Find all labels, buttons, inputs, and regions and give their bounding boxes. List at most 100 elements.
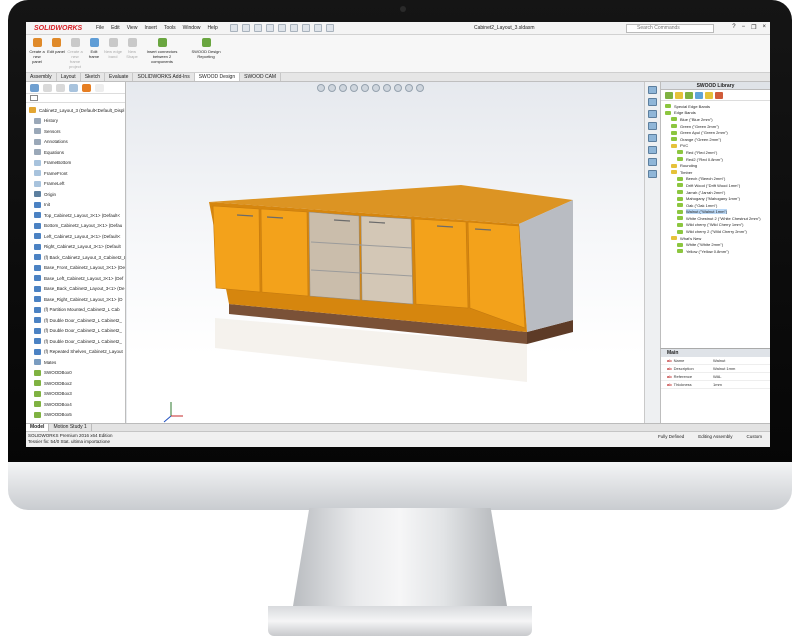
tree-item[interactable]: Equations (28, 147, 125, 158)
tree-item[interactable]: Base_Back_Cabinet2_Layout_3<1> (De (28, 284, 125, 295)
tree-item[interactable]: Base_Front_Cabinet2_Layout_3<1> (De (28, 263, 125, 274)
library-item[interactable]: Wild cherry ("Wild Cherry 1mm") (661, 222, 770, 229)
library-item[interactable]: Wild cherry 2 ("Wild Cherry 2mm") (661, 228, 770, 235)
design-library-icon[interactable] (648, 98, 657, 106)
tree-item[interactable]: Base_Right_Cabinet2_Layout_3<1> (D (28, 294, 125, 305)
menu-tools[interactable]: Tools (164, 25, 176, 31)
minimize-icon[interactable]: − (742, 24, 746, 31)
property-value[interactable]: Walnut 1mm (713, 366, 735, 371)
appearance-icon[interactable] (82, 84, 91, 92)
tree-item[interactable]: SWOODBox5 (28, 410, 125, 421)
new-doc-icon[interactable] (229, 24, 238, 32)
restore-icon[interactable]: ❐ (751, 24, 756, 31)
library-item[interactable]: Orange ("Green 2mm") (661, 136, 770, 143)
tree-item[interactable]: Bottom_Cabinet2_Layout_3<1> (Defau (28, 221, 125, 232)
property-value[interactable]: 1mm (713, 382, 722, 387)
open-icon[interactable] (241, 24, 250, 32)
ribbon-button-6[interactable]: New Shape (123, 35, 141, 72)
filter-icon[interactable] (30, 95, 38, 101)
bottom-tab-motion-study-1[interactable]: Motion Study 1 (49, 424, 92, 431)
file-props-icon[interactable] (313, 24, 322, 32)
library-item[interactable]: Timber (661, 169, 770, 176)
library-tool-icon[interactable] (685, 92, 693, 99)
units-selector[interactable]: Custom (746, 434, 762, 439)
library-item[interactable]: Yellow ("Yellow 0.8mm") (661, 248, 770, 255)
appearances-icon[interactable] (648, 134, 657, 142)
expand-panel-icon[interactable] (95, 84, 104, 92)
library-item[interactable]: Green Apul ("Green 2mm") (661, 129, 770, 136)
tree-item[interactable]: Left_Cabinet2_Layout_3<1> (Default< (28, 231, 125, 242)
library-item[interactable]: Green ("Green 2mm") (661, 123, 770, 130)
feature-tree-icon[interactable] (30, 84, 39, 92)
ribbon-button-2[interactable]: Edit panel (47, 35, 65, 72)
library-item[interactable]: Blue ("Blue 2mm") (661, 116, 770, 123)
tree-item[interactable]: Base_Left_Cabinet2_Layout_3<1> (Def (28, 273, 125, 284)
library-item[interactable]: Drift Wood ("Drift Wood 1mm") (661, 182, 770, 189)
help-icon[interactable]: ? (732, 24, 735, 31)
library-tool-icon[interactable] (675, 92, 683, 99)
ribbon-button-7[interactable]: Insert connectors between 2 components (142, 35, 182, 72)
menu-view[interactable]: View (127, 25, 138, 31)
tree-item[interactable]: (f) Double Door_Cabinet2_L Cabinet2_ (28, 326, 125, 337)
tree-item[interactable]: History (28, 116, 125, 127)
ribbon-button-4[interactable]: Edit frame (85, 35, 103, 72)
library-item[interactable]: White ("White 2mm") (661, 241, 770, 248)
tree-item[interactable]: Origin (28, 189, 125, 200)
library-item[interactable]: Oak ("Oak 1mm") (661, 202, 770, 209)
tree-filter[interactable] (26, 94, 125, 103)
library-item[interactable]: What's New (661, 235, 770, 242)
tab-assembly[interactable]: Assembly (26, 73, 57, 81)
select-icon[interactable] (289, 24, 298, 32)
ribbon-button-5[interactable]: New edge band (104, 35, 122, 72)
library-item[interactable]: Walnut ("Walnut 1mm") (661, 209, 770, 216)
swood-materials-icon[interactable] (648, 170, 657, 178)
library-tool-icon[interactable] (665, 92, 673, 99)
tree-item[interactable]: (f) Partition Mounted_Cabinet2_L Cab (28, 305, 125, 316)
property-manager-icon[interactable] (43, 84, 52, 92)
library-item[interactable]: Red ("Red 2mm") (661, 149, 770, 156)
graphics-area[interactable] (127, 82, 644, 423)
menu-edit[interactable]: Edit (111, 25, 120, 31)
file-explorer-icon[interactable] (648, 110, 657, 118)
tree-item[interactable]: (f) Back_Cabinet2_Layout_3_Cabinet2_Layo… (28, 252, 125, 263)
tree-item[interactable]: SWOODBox0 (28, 368, 125, 379)
custom-props-icon[interactable] (648, 146, 657, 154)
library-tool-icon[interactable] (715, 92, 723, 99)
menu-window[interactable]: Window (183, 25, 201, 31)
options-gear-icon[interactable] (325, 24, 334, 32)
ribbon-button-1[interactable]: Create a new panel (28, 35, 46, 72)
menu-help[interactable]: Help (207, 25, 217, 31)
tree-item[interactable]: (f) Double Door_Cabinet2_L Cabinet2_ (28, 315, 125, 326)
tree-item[interactable]: Top_Cabinet2_Layout_3<1> (Default< (28, 210, 125, 221)
library-item[interactable]: Rounding (661, 162, 770, 169)
property-value[interactable]: Walnut (713, 358, 725, 363)
tree-item[interactable]: SWOODBox3 (28, 389, 125, 400)
library-tool-icon[interactable] (695, 92, 703, 99)
tab-solidworks-add-ins[interactable]: SOLIDWORKS Add-Ins (133, 73, 195, 81)
tab-swood-cam[interactable]: SWOOD CAM (240, 73, 282, 81)
undo-icon[interactable] (277, 24, 286, 32)
library-item[interactable]: Special Edge Bands (661, 103, 770, 110)
tree-item[interactable]: FrameLeft (28, 179, 125, 190)
dimxpert-icon[interactable] (69, 84, 78, 92)
tree-item[interactable]: Init (28, 200, 125, 211)
view-palette-icon[interactable] (648, 122, 657, 130)
library-item[interactable]: White Chestnut 2 ("White Chestnut 2mm") (661, 215, 770, 222)
tree-item[interactable]: FrameBottom (28, 158, 125, 169)
library-item[interactable]: Jarrah ("Jarrah 2mm") (661, 189, 770, 196)
library-item[interactable]: Red2 ("Red 0.8mm") (661, 156, 770, 163)
save-icon[interactable] (253, 24, 262, 32)
library-tool-icon[interactable] (705, 92, 713, 99)
tree-item[interactable]: SWOODBox4 (28, 399, 125, 410)
swood-library-icon[interactable] (648, 158, 657, 166)
tab-evaluate[interactable]: Evaluate (105, 73, 134, 81)
ribbon-button-8[interactable]: SWOOD Design Reporting (189, 35, 223, 72)
rebuild-icon[interactable] (301, 24, 310, 32)
bottom-tab-model[interactable]: Model (26, 424, 50, 431)
menu-insert[interactable]: Insert (144, 25, 157, 31)
tree-item[interactable]: Mates (28, 357, 125, 368)
library-item[interactable]: Edge Bands (661, 110, 770, 117)
tab-sketch[interactable]: Sketch (81, 73, 105, 81)
print-icon[interactable] (265, 24, 274, 32)
tree-item[interactable]: (f) Double Door_Cabinet2_L Cabinet2_ (28, 336, 125, 347)
